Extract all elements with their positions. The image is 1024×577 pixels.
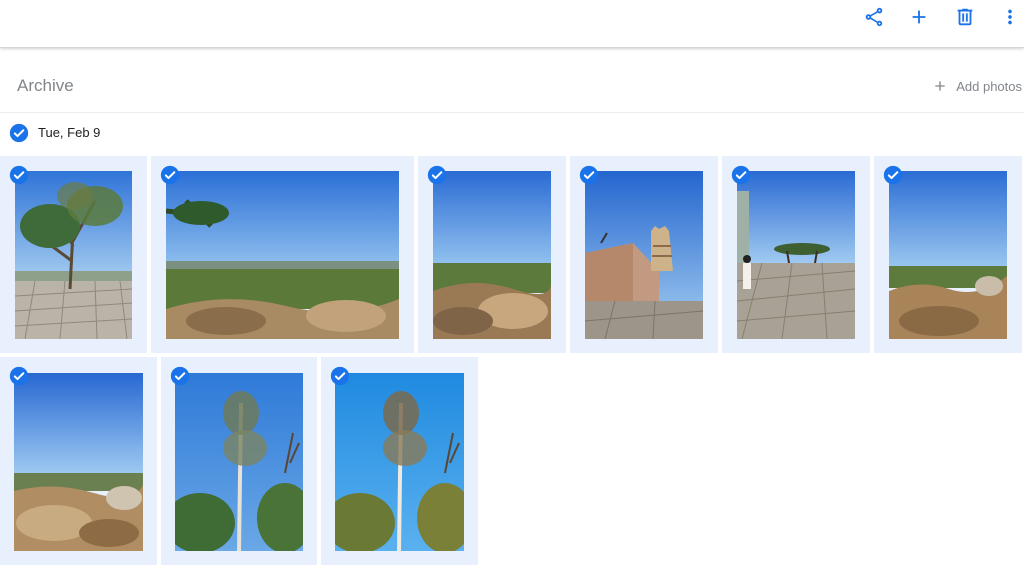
more-vert-icon bbox=[1008, 9, 1012, 25]
selected-check-icon[interactable] bbox=[883, 165, 903, 185]
photo-tile[interactable] bbox=[321, 357, 478, 565]
delete-icon bbox=[957, 8, 973, 26]
photo-tile[interactable] bbox=[151, 156, 414, 353]
photo-tile[interactable] bbox=[722, 156, 870, 353]
photo-thumbnail bbox=[14, 373, 143, 551]
add-photos-button[interactable]: Add photos bbox=[932, 77, 1022, 95]
photo-tile[interactable] bbox=[0, 156, 147, 353]
date-group-checkbox[interactable] bbox=[9, 123, 29, 143]
divider bbox=[0, 112, 1024, 113]
photo-thumbnail bbox=[737, 171, 855, 339]
selected-check-icon[interactable] bbox=[579, 165, 599, 185]
photo-thumbnail bbox=[166, 171, 399, 339]
selected-check-icon[interactable] bbox=[427, 165, 447, 185]
selected-check-icon[interactable] bbox=[9, 165, 29, 185]
photo-thumbnail bbox=[15, 171, 132, 339]
add-photos-label: Add photos bbox=[956, 78, 1022, 94]
photo-thumbnail bbox=[433, 171, 551, 339]
date-group-label: Tue, Feb 9 bbox=[38, 125, 101, 140]
page-title: Archive bbox=[17, 76, 74, 95]
photo-thumbnail bbox=[175, 373, 303, 551]
add-icon bbox=[935, 81, 945, 91]
photo-thumbnail bbox=[585, 171, 703, 339]
photo-tile[interactable] bbox=[0, 357, 157, 565]
photo-tile[interactable] bbox=[874, 156, 1022, 353]
delete-button[interactable] bbox=[951, 3, 979, 31]
add-icon bbox=[912, 10, 926, 24]
top-toolbar bbox=[0, 0, 1024, 48]
selected-check-icon[interactable] bbox=[9, 366, 29, 386]
add-button[interactable] bbox=[905, 3, 933, 31]
selected-check-icon[interactable] bbox=[330, 366, 350, 386]
selected-check-icon[interactable] bbox=[170, 366, 190, 386]
photo-thumbnail bbox=[335, 373, 464, 551]
photo-tile[interactable] bbox=[161, 357, 317, 565]
share-button[interactable] bbox=[860, 3, 888, 31]
photo-thumbnail bbox=[889, 171, 1007, 339]
photo-tile[interactable] bbox=[418, 156, 566, 353]
selected-check-icon[interactable] bbox=[731, 165, 751, 185]
share-icon bbox=[865, 7, 883, 27]
photo-tile[interactable] bbox=[570, 156, 718, 353]
more-options-button[interactable] bbox=[996, 3, 1024, 31]
selected-check-icon[interactable] bbox=[160, 165, 180, 185]
